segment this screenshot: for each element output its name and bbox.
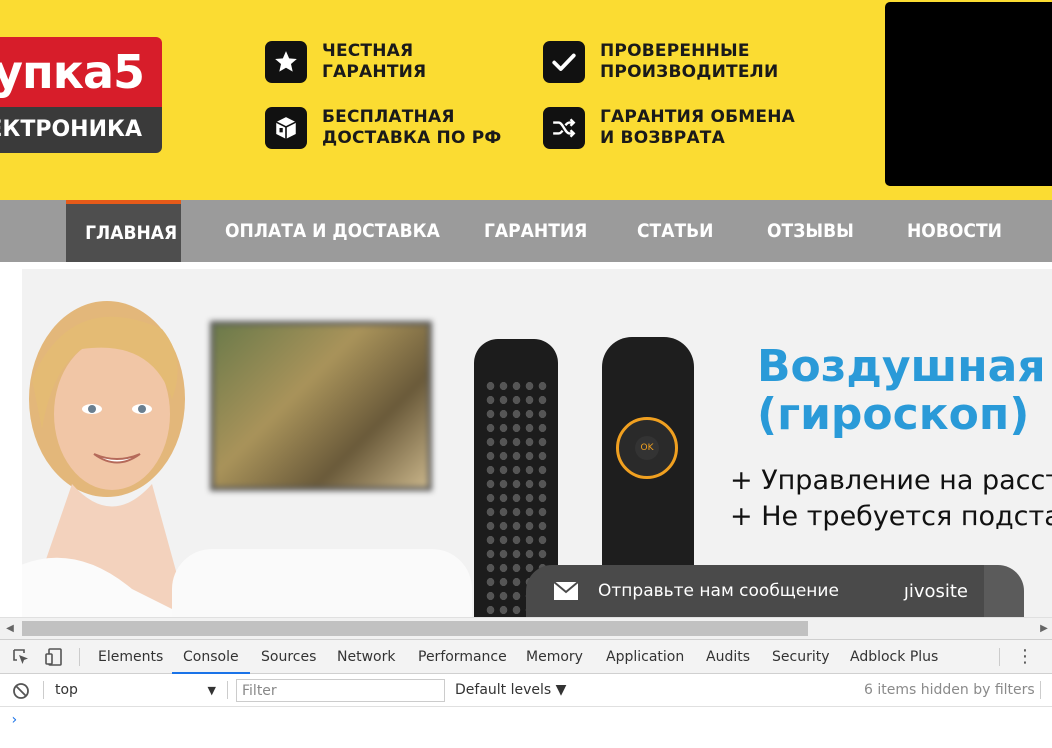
shuffle-icon	[543, 107, 585, 149]
box-icon	[265, 107, 307, 149]
toolbar-divider	[1040, 681, 1041, 699]
scroll-left-icon[interactable]: ◀	[2, 618, 18, 639]
checkmark-icon	[543, 41, 585, 83]
tab-application[interactable]: Application	[606, 640, 684, 674]
console-toolbar: top ▼ Default levels ▼ 6 items hidden by…	[0, 674, 1052, 707]
nav-item-news[interactable]: НОВОСТИ	[907, 200, 1002, 262]
nav-item-payment-delivery[interactable]: ОПЛАТА И ДОСТАВКА	[225, 200, 440, 262]
envelope-icon	[554, 582, 578, 600]
banner-feature-line: + Управление на расстоя	[730, 465, 1052, 496]
tab-audits[interactable]: Audits	[706, 640, 750, 674]
site-logo[interactable]: упка5 ЕКТРОНИКА	[0, 37, 162, 153]
toolbar-divider	[227, 681, 228, 699]
tab-adblock-plus[interactable]: Adblock Plus	[850, 640, 938, 674]
header-dark-panel	[885, 2, 1052, 186]
hidden-items-info: 6 items hidden by filters	[864, 682, 1035, 698]
tab-sources[interactable]: Sources	[261, 640, 316, 674]
sofa-image	[172, 549, 472, 617]
feature-text: ПРОВЕРЕННЫЕ ПРОИЗВОДИТЕЛИ	[600, 41, 779, 82]
banner-feature-line: + Не требуется подставк	[730, 501, 1052, 532]
tab-performance[interactable]: Performance	[418, 640, 507, 674]
star-icon	[265, 41, 307, 83]
toolbar-divider	[79, 648, 80, 666]
more-options-icon[interactable]: ⋮	[1016, 647, 1034, 667]
inspect-element-icon[interactable]	[11, 647, 31, 667]
feature-exchange-return: ГАРАНТИЯ ОБМЕНА И ВОЗВРАТА	[543, 107, 795, 149]
nav-item-guarantee[interactable]: ГАРАНТИЯ	[484, 200, 587, 262]
remote-ok-button: OK	[635, 436, 659, 460]
context-selector[interactable]: top ▼	[55, 680, 218, 701]
logo-bottom-text: ЕКТРОНИКА	[0, 107, 162, 153]
tab-elements[interactable]: Elements	[98, 640, 163, 674]
tab-console[interactable]: Console	[172, 640, 250, 674]
tab-security[interactable]: Security	[772, 640, 830, 674]
nav-item-home[interactable]: ГЛАВНАЯ	[66, 200, 181, 262]
nav-item-articles[interactable]: СТАТЬИ	[637, 200, 713, 262]
console-prompt[interactable]: ›	[10, 712, 18, 728]
scrollbar-thumb[interactable]	[22, 621, 808, 636]
chat-message: Отправьте нам сообщение	[598, 581, 839, 601]
remote-dpad: OK	[616, 417, 678, 479]
chat-brand: ȷivosite	[903, 580, 968, 602]
devtools-panel: Elements Console Sources Network Perform…	[0, 639, 1052, 748]
scroll-right-icon[interactable]: ▶	[1036, 618, 1052, 639]
chat-widget[interactable]: Отправьте нам сообщение ȷivosite	[526, 565, 1024, 617]
site-header: упка5 ЕКТРОНИКА ЧЕСТНАЯ ГАРАНТИЯ ПРОВЕРЕ…	[0, 0, 1052, 200]
clear-console-icon[interactable]	[12, 682, 30, 700]
browser-page: упка5 ЕКТРОНИКА ЧЕСТНАЯ ГАРАНТИЯ ПРОВЕРЕ…	[0, 0, 1052, 748]
banner-title: Воздушная м (гироскоп)	[757, 341, 1046, 440]
toolbar-divider	[999, 648, 1000, 666]
nav-label: ГЛАВНАЯ	[85, 222, 178, 244]
tab-network[interactable]: Network	[337, 640, 395, 674]
tab-memory[interactable]: Memory	[526, 640, 583, 674]
horizontal-scrollbar[interactable]: ◀ ▶	[0, 617, 1052, 639]
logo-top-text: упка5	[0, 37, 162, 107]
devtools-tabbar: Elements Console Sources Network Perform…	[0, 640, 1052, 674]
feature-honest-guarantee: ЧЕСТНАЯ ГАРАНТИЯ	[265, 41, 426, 83]
toolbar-divider	[43, 681, 44, 699]
feature-text: БЕСПЛАТНАЯ ДОСТАВКА ПО РФ	[322, 107, 502, 148]
log-levels-dropdown[interactable]: Default levels ▼	[455, 680, 566, 701]
console-filter-input[interactable]	[236, 679, 445, 702]
feature-free-delivery: БЕСПЛАТНАЯ ДОСТАВКА ПО РФ	[265, 107, 501, 149]
feature-verified-makers: ПРОВЕРЕННЫЕ ПРОИЗВОДИТЕЛИ	[543, 41, 778, 83]
tv-image	[210, 321, 432, 491]
device-toolbar-icon[interactable]	[44, 647, 64, 667]
main-nav: ГЛАВНАЯ ОПЛАТА И ДОСТАВКА ГАРАНТИЯ СТАТЬ…	[0, 200, 1052, 262]
nav-item-reviews[interactable]: ОТЗЫВЫ	[767, 200, 854, 262]
feature-text: ЧЕСТНАЯ ГАРАНТИЯ	[322, 41, 427, 82]
context-value: top	[55, 682, 78, 698]
dropdown-caret-icon: ▼	[207, 684, 216, 697]
feature-text: ГАРАНТИЯ ОБМЕНА И ВОЗВРАТА	[600, 107, 795, 148]
